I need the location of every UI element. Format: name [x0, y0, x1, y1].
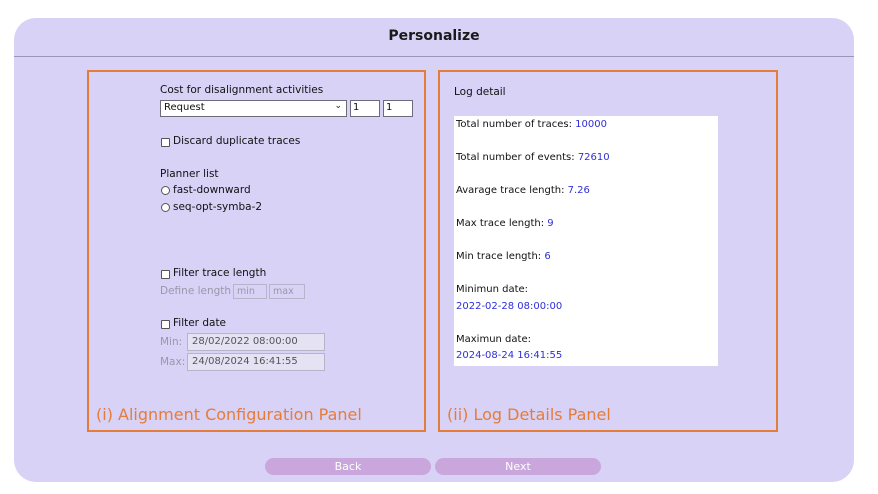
discard-duplicates-checkbox[interactable]: [161, 138, 170, 147]
cost-label: Cost for disalignment activities: [160, 84, 324, 96]
min-date-input[interactable]: 28/02/2022 08:00:00: [187, 333, 325, 351]
max-date-stat-value: 2024-08-24 16:41:55: [456, 350, 563, 361]
cost-select[interactable]: Request ⌄: [160, 100, 347, 117]
cost-value-input-1[interactable]: 1: [350, 100, 380, 117]
max-date-input[interactable]: 24/08/2024 16:41:55: [187, 353, 325, 371]
discard-duplicates-label: Discard duplicate traces: [173, 135, 301, 147]
avg-length-value: 7.26: [567, 185, 590, 196]
max-length-label: Max trace length:: [456, 218, 545, 229]
planner-radio-fast-downward[interactable]: [161, 186, 170, 195]
title-divider: [14, 56, 854, 57]
planner-list-label: Planner list: [160, 168, 219, 180]
total-events-label: Total number of events:: [456, 152, 575, 163]
max-length-value: 9: [547, 218, 554, 229]
alignment-panel-caption: (i) Alignment Configuration Panel: [96, 405, 362, 424]
filter-date-checkbox[interactable]: [161, 320, 170, 329]
total-events-value: 72610: [577, 152, 610, 163]
personalize-card: Personalize Cost for disalignment activi…: [14, 18, 854, 482]
log-detail-title: Log detail: [454, 86, 506, 98]
min-length-row: Min trace length: 6: [456, 251, 551, 262]
max-length-row: Max trace length: 9: [456, 218, 554, 229]
filter-trace-length-label: Filter trace length: [173, 267, 267, 279]
total-traces-label: Total number of traces:: [456, 119, 572, 130]
log-details-panel: Log detail Total number of traces: 10000…: [438, 70, 778, 432]
max-length-input[interactable]: max: [269, 284, 305, 299]
log-stats-box: Total number of traces: 10000 Total numb…: [454, 116, 718, 366]
max-date-label: Max:: [160, 356, 186, 368]
log-details-panel-caption: (ii) Log Details Panel: [447, 405, 611, 424]
min-date-label: Min:: [160, 336, 183, 348]
back-button[interactable]: Back: [265, 458, 431, 475]
avg-length-label: Avarage trace length:: [456, 185, 565, 196]
planner-radio-seq-opt-symba-2[interactable]: [161, 203, 170, 212]
total-events-row: Total number of events: 72610: [456, 152, 610, 163]
filter-date-label: Filter date: [173, 317, 227, 329]
min-length-label: Min trace length:: [456, 251, 542, 262]
max-date-stat-label: Maximun date:: [456, 334, 531, 345]
avg-length-row: Avarage trace length: 7.26: [456, 185, 590, 196]
chevron-down-icon: ⌄: [334, 101, 342, 111]
alignment-configuration-panel: Cost for disalignment activities Request…: [87, 70, 426, 432]
planner-option-fast-downward: fast-downward: [173, 184, 251, 196]
next-button[interactable]: Next: [435, 458, 601, 475]
cost-select-value: Request: [164, 102, 205, 113]
min-length-value: 6: [544, 251, 551, 262]
total-traces-value: 10000: [575, 119, 607, 130]
cost-value-input-2[interactable]: 1: [383, 100, 413, 117]
page-title: Personalize: [388, 28, 480, 44]
min-length-input[interactable]: min: [233, 284, 267, 299]
planner-option-seq-opt-symba-2: seq-opt-symba-2: [173, 201, 263, 213]
define-length-label: Define length: [160, 285, 232, 297]
min-date-stat-label: Minimun date:: [456, 284, 529, 295]
filter-trace-length-checkbox[interactable]: [161, 270, 170, 279]
total-traces-row: Total number of traces: 10000: [456, 119, 607, 130]
min-date-stat-value: 2022-02-28 08:00:00: [456, 301, 563, 312]
